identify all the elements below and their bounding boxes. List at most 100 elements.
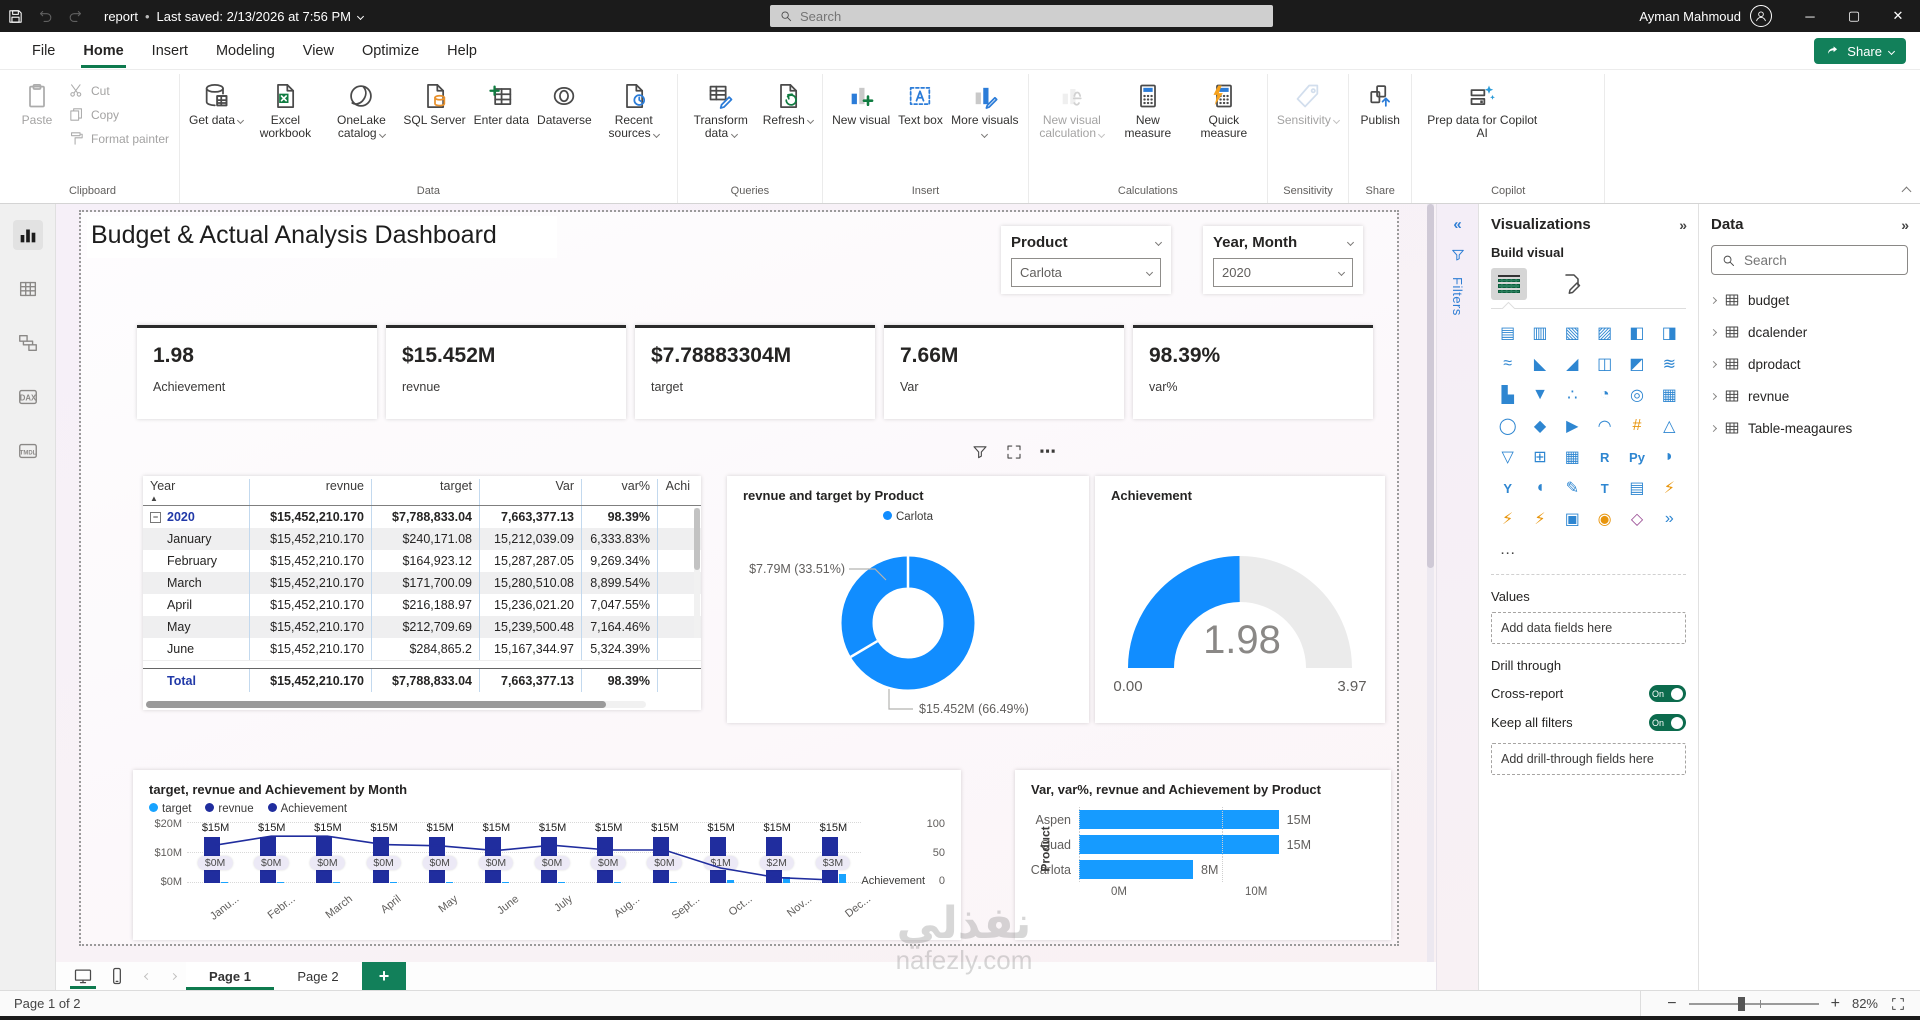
filters-icon[interactable] — [1450, 247, 1466, 263]
values-dropzone[interactable]: Add data fields here — [1491, 612, 1686, 644]
tab-format-visual[interactable] — [1553, 268, 1589, 300]
previous-page-arrow[interactable] — [134, 962, 160, 990]
target-bar[interactable] — [389, 882, 397, 883]
line-and-clustered-column-chart-icon[interactable]: ◩ — [1622, 350, 1651, 378]
menu-tab-optimize[interactable]: Optimize — [348, 34, 433, 68]
azure-map-icon[interactable]: ▶ — [1558, 412, 1587, 440]
sidebar-model-view[interactable] — [13, 328, 43, 358]
value-bar[interactable] — [1079, 810, 1279, 829]
maximize-button[interactable]: ▢ — [1832, 0, 1876, 32]
treemap-icon[interactable]: ▦ — [1655, 381, 1684, 409]
paste-button[interactable]: Paste — [12, 76, 62, 129]
table-vertical-scrollbar[interactable] — [694, 508, 700, 638]
get-more-visuals-ellipsis[interactable]: … — [1493, 536, 1522, 564]
collapse-ribbon-icon[interactable] — [1901, 186, 1912, 197]
metrics-icon[interactable]: T — [1590, 474, 1619, 502]
refresh-button[interactable]: Refresh — [760, 76, 816, 129]
stacked-area-chart-icon[interactable]: ◢ — [1558, 350, 1587, 378]
zoom-in-icon[interactable]: + — [1831, 995, 1840, 1013]
copy-button[interactable]: Copy — [64, 104, 173, 125]
page-tab-2[interactable]: Page 2 — [274, 962, 362, 990]
column-header-var%[interactable]: var% — [581, 479, 657, 505]
search-input[interactable] — [800, 8, 1264, 24]
field-budget[interactable]: budget — [1709, 285, 1908, 315]
chevron-down-icon[interactable] — [1154, 238, 1163, 247]
get-data-button[interactable]: Get data — [186, 76, 246, 129]
save-icon[interactable] — [0, 4, 30, 28]
table-row-2020[interactable]: −2020 $15,452,210.170 $7,788,833.04 7,663,3… — [143, 506, 701, 528]
kpi-card-var[interactable]: 7.66M Var — [884, 325, 1124, 419]
stacked-column-chart-icon[interactable]: ▥ — [1525, 319, 1554, 347]
target-bar[interactable] — [614, 882, 622, 883]
table-visual[interactable]: Year ▲ revnue target Var var% Achi −2020 $15,452… — [143, 476, 701, 710]
target-bar[interactable] — [445, 882, 453, 883]
sidebar-tmdl-view[interactable]: TMDL — [13, 436, 43, 466]
enter-data-button[interactable]: Enter data — [471, 76, 532, 129]
slicer-product[interactable]: Product Carlota — [1001, 226, 1171, 294]
drill-through-dropzone[interactable]: Add drill-through fields here — [1491, 743, 1686, 775]
gauge-chart[interactable]: 1.98 0.00 3.97 — [1095, 503, 1385, 703]
keep-all-filters-toggle[interactable]: On — [1649, 714, 1686, 731]
decomposition-tree-icon[interactable]: Y — [1493, 474, 1522, 502]
transform-data-button[interactable]: Transform data — [684, 76, 758, 143]
r-script-icon[interactable]: R — [1590, 443, 1619, 471]
donut-chart[interactable]: $7.79M (33.51%) $15.452M (66.49%) — [727, 523, 1089, 728]
filters-pane-label[interactable]: Filters — [1450, 277, 1465, 316]
sensitivity-button[interactable]: Sensitivity — [1274, 76, 1342, 129]
publish-button[interactable]: Publish — [1355, 76, 1405, 129]
area-chart-icon[interactable]: ◣ — [1525, 350, 1554, 378]
collapse-icon[interactable]: − — [150, 511, 161, 523]
stacked-bar-chart-icon[interactable]: ▤ — [1493, 319, 1522, 347]
redo-icon[interactable] — [60, 4, 90, 28]
target-bar[interactable] — [501, 882, 509, 883]
100-stacked-column-chart-icon[interactable]: ◨ — [1655, 319, 1684, 347]
line-and-stacked-column-chart-icon[interactable]: ◫ — [1590, 350, 1619, 378]
more-options-icon[interactable]: ⋯ — [1039, 442, 1057, 462]
global-search[interactable] — [770, 5, 1273, 27]
data-search[interactable] — [1711, 245, 1908, 275]
table-row-january[interactable]: January $15,452,210.170 $240,171.08 15,212,… — [143, 528, 701, 550]
expand-icon[interactable] — [1709, 424, 1718, 432]
legend-item-target[interactable]: target — [149, 803, 191, 815]
kpi-card-achievement[interactable]: 1.98 Achievement — [137, 325, 377, 419]
kpi-card-target[interactable]: $7.78883304M target — [635, 325, 875, 419]
text-box-button[interactable]: Text box — [895, 76, 946, 129]
column-header-achi[interactable]: Achi — [657, 479, 697, 505]
table-row-february[interactable]: February $15,452,210.170 $164,923.12 15,287… — [143, 550, 701, 572]
target-bar[interactable] — [558, 882, 566, 883]
cross-report-toggle[interactable]: On — [1649, 685, 1686, 702]
expand-icon[interactable] — [1709, 392, 1718, 400]
power-apps-icon[interactable]: ⚡ — [1655, 474, 1684, 502]
sql-server-button[interactable]: SQL Server — [400, 76, 468, 129]
gauge-icon[interactable]: ◠ — [1590, 412, 1619, 440]
report-page[interactable]: Budget & Actual Analysis Dashboard Produ… — [79, 210, 1399, 946]
new-visual-button[interactable]: New visual — [829, 76, 893, 129]
slicer-year-month[interactable]: Year, Month 2020 — [1203, 226, 1363, 294]
kpi-card-var-[interactable]: 98.39% var% — [1133, 325, 1373, 419]
canvas-scrollbar[interactable] — [1427, 204, 1434, 962]
target-bar[interactable] — [726, 880, 734, 883]
target-bar[interactable] — [838, 874, 846, 883]
sidebar-dax-query-view[interactable]: DAX — [13, 382, 43, 412]
document-title[interactable]: report • Last saved: 2/13/2026 at 7:56 P… — [104, 9, 364, 24]
target-bar[interactable] — [221, 882, 229, 883]
column-header-var[interactable]: Var — [479, 479, 581, 505]
key-influencers-icon[interactable]: ◗ — [1655, 443, 1684, 471]
qa-icon[interactable]: ◖ — [1525, 474, 1554, 502]
kpi-icon[interactable]: △ — [1655, 412, 1684, 440]
excel-workbook-button[interactable]: Excel workbook — [248, 76, 322, 143]
menu-tab-insert[interactable]: Insert — [138, 34, 202, 68]
menu-tab-modeling[interactable]: Modeling — [202, 34, 289, 68]
combo-chart-visual[interactable]: target, revnue and Achievement by Month … — [133, 770, 961, 940]
copilot-button[interactable] — [1548, 76, 1598, 116]
waterfall-chart-icon[interactable]: ▙ — [1493, 381, 1522, 409]
gauge-visual[interactable]: Achievement 1.98 0.00 3.97 — [1095, 476, 1385, 723]
desktop-layout-button[interactable] — [66, 962, 100, 990]
funnel-chart-icon[interactable]: ▼ — [1525, 381, 1554, 409]
field-dcalender[interactable]: dcalender — [1709, 317, 1908, 347]
python-icon[interactable]: Py — [1622, 443, 1651, 471]
menu-tab-home[interactable]: Home — [69, 34, 137, 68]
value-bar[interactable] — [1079, 835, 1279, 854]
fit-to-page-icon[interactable] — [1890, 996, 1906, 1012]
bar-chart-visual[interactable]: Var, var%, revnue and Achievement by Pro… — [1015, 770, 1391, 940]
